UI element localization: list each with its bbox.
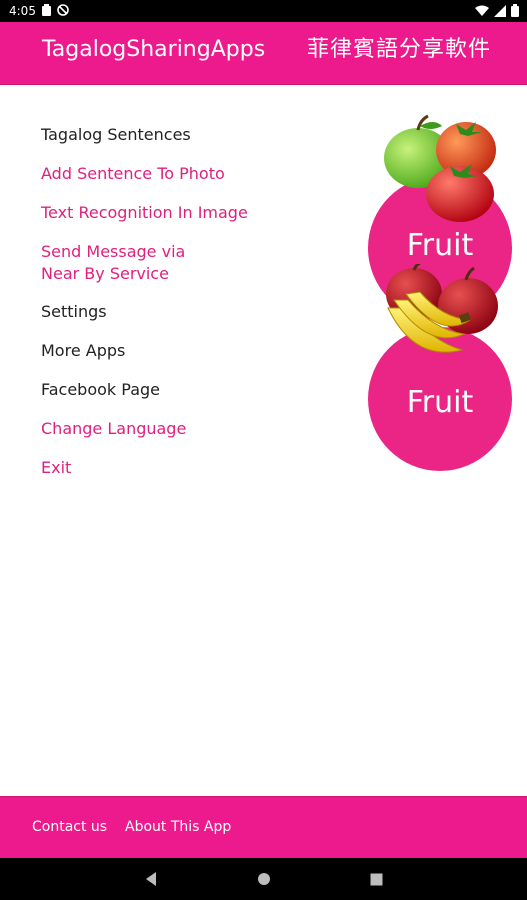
apples-bananas-icon xyxy=(386,264,498,353)
fruit-button-1-label: Fruit xyxy=(406,228,474,263)
wifi-icon xyxy=(475,5,489,16)
contact-us-link[interactable]: Contact us xyxy=(32,818,107,836)
menu-item-send-message-line1: Send Message via xyxy=(41,242,186,261)
status-time: 4:05 xyxy=(9,4,36,18)
app-subtitle: 菲律賓語分享軟件 xyxy=(306,37,491,62)
footer-bar: Contact us About This App xyxy=(0,796,527,859)
battery-icon xyxy=(511,4,519,17)
menu-item-settings[interactable]: Settings xyxy=(41,301,107,323)
recents-icon[interactable] xyxy=(366,869,386,889)
about-this-app-link[interactable]: About This App xyxy=(125,818,231,836)
status-left-icons xyxy=(42,4,69,16)
menu-item-exit[interactable]: Exit xyxy=(41,457,71,479)
status-bar: 4:05 xyxy=(0,0,527,22)
status-right-icons xyxy=(475,4,519,17)
menu-item-facebook-page[interactable]: Facebook Page xyxy=(41,379,160,401)
menu-item-send-message[interactable]: Send Message via Near By Service xyxy=(41,241,185,285)
navigation-bar xyxy=(0,858,527,900)
menu-item-tagalog-sentences[interactable]: Tagalog Sentences xyxy=(41,124,191,146)
apples-tomatoes-icon xyxy=(384,114,496,222)
home-icon[interactable] xyxy=(254,869,274,889)
fruit-button-2-label: Fruit xyxy=(406,385,474,420)
app-title: TagalogSharingApps xyxy=(42,37,266,62)
back-icon[interactable] xyxy=(141,869,161,889)
menu-item-more-apps[interactable]: More Apps xyxy=(41,340,125,362)
menu-item-change-language[interactable]: Change Language xyxy=(41,418,186,440)
menu-item-text-recognition[interactable]: Text Recognition In Image xyxy=(41,202,248,224)
menu-item-send-message-line2: Near By Service xyxy=(41,264,169,283)
app-header: TagalogSharingApps 菲律賓語分享軟件 xyxy=(0,22,527,85)
menu-item-add-sentence-to-photo[interactable]: Add Sentence To Photo xyxy=(41,163,225,185)
blocked-icon xyxy=(57,4,69,16)
cell-signal-icon xyxy=(494,4,506,17)
notification-icon xyxy=(42,4,51,16)
